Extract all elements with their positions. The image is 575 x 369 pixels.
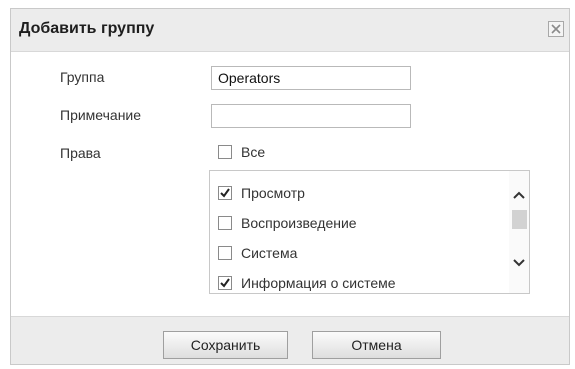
permission-label: Просмотр	[241, 185, 305, 201]
permission-item[interactable]: Информация о системе	[218, 275, 396, 291]
scroll-thumb[interactable]	[512, 210, 527, 229]
all-rights-checkbox[interactable]: Все	[218, 144, 265, 160]
close-button[interactable]	[548, 21, 564, 37]
permission-label: Информация о системе	[241, 275, 396, 291]
checkbox-box[interactable]	[218, 216, 232, 230]
all-rights-label: Все	[241, 144, 266, 160]
scroll-up-button[interactable]	[509, 185, 529, 205]
permission-item[interactable]: Воспроизведение	[218, 215, 357, 231]
note-label: Примечание	[60, 107, 142, 123]
checkbox-box[interactable]	[218, 246, 232, 260]
rights-label: Права	[60, 145, 101, 161]
chevron-up-icon	[513, 191, 525, 199]
close-icon	[551, 24, 561, 34]
checkbox-box[interactable]	[218, 276, 232, 290]
permission-label: Система	[241, 245, 298, 261]
note-input[interactable]	[211, 104, 411, 128]
permissions-scrollbar[interactable]	[509, 171, 529, 293]
scroll-down-button[interactable]	[509, 253, 529, 273]
group-name-input[interactable]	[211, 66, 411, 90]
checkbox-box[interactable]	[218, 186, 232, 200]
add-group-dialog: Добавить группу Группа Примечание Права …	[10, 8, 570, 365]
checkbox-box[interactable]	[218, 145, 232, 159]
chevron-down-icon	[513, 259, 525, 267]
dialog-footer: Сохранить Отмена	[11, 316, 569, 364]
cancel-button[interactable]: Отмена	[312, 331, 441, 359]
permission-item[interactable]: Просмотр	[218, 185, 305, 201]
dialog-title: Добавить группу	[19, 20, 155, 37]
save-button[interactable]: Сохранить	[163, 331, 288, 359]
permission-label: Воспроизведение	[241, 215, 357, 231]
permissions-list[interactable]: Просмотр Воспроизведение Система Информа…	[209, 170, 530, 294]
permission-item[interactable]: Система	[218, 245, 297, 261]
dialog-titlebar: Добавить группу	[11, 9, 569, 52]
group-label: Группа	[60, 69, 105, 85]
